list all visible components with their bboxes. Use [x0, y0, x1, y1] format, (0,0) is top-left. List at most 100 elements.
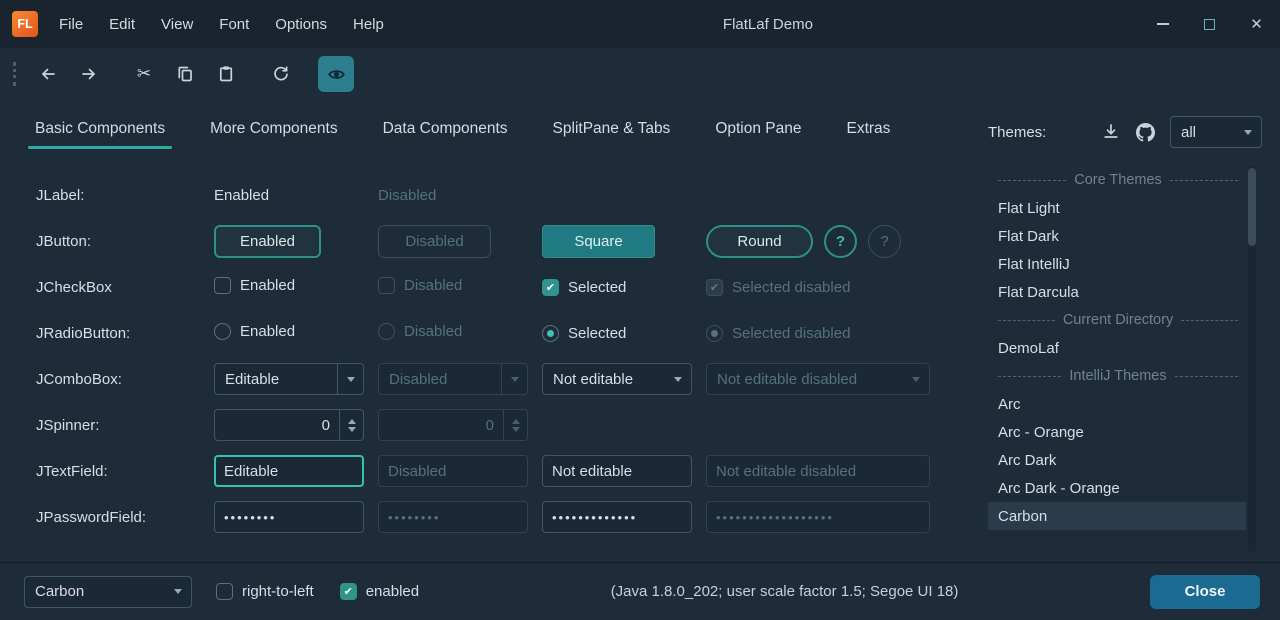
- radio-selected[interactable]: Selected: [542, 325, 626, 342]
- show-hidden-toggle-button[interactable]: [318, 56, 354, 92]
- radio-circle: [214, 323, 231, 340]
- chevron-down-icon: [501, 364, 527, 394]
- paste-button[interactable]: [208, 56, 244, 92]
- passwordfield-not-editable-disabled: [706, 501, 930, 533]
- theme-item-flat-light[interactable]: Flat Light: [988, 194, 1246, 222]
- tab-option-pane[interactable]: Option Pane: [708, 107, 808, 151]
- refresh-button[interactable]: [263, 56, 299, 92]
- checkbox-selected[interactable]: ✔ Selected: [542, 279, 626, 296]
- chevron-down-icon: [348, 427, 356, 432]
- combobox-not-editable-disabled-value: Not editable disabled: [717, 371, 903, 388]
- close-window-button[interactable]: ✕: [1233, 0, 1280, 48]
- app-logo: FL: [12, 11, 38, 37]
- spinner-enabled[interactable]: 0: [214, 409, 364, 441]
- checkbox-disabled: Disabled: [378, 277, 462, 294]
- textfield-not-editable[interactable]: [542, 455, 692, 487]
- tab-more-components[interactable]: More Components: [203, 107, 345, 151]
- component-grid: JLabel: Enabled Disabled JButton: Enable…: [36, 172, 988, 540]
- combobox-disabled: Disabled: [378, 363, 528, 395]
- enabled-checkbox[interactable]: ✔ enabled: [340, 583, 419, 600]
- menu-file[interactable]: File: [46, 0, 96, 48]
- jlabel-enabled: Enabled: [214, 187, 269, 204]
- themes-separator-current-directory: Current Directory: [988, 306, 1246, 334]
- theme-item-arc-orange[interactable]: Arc - Orange: [988, 418, 1246, 446]
- radio-selected-label: Selected: [568, 325, 626, 342]
- radio-enabled-label: Enabled: [240, 323, 295, 340]
- theme-item-arc-dark-orange[interactable]: Arc Dark - Orange: [988, 474, 1246, 502]
- copy-button[interactable]: [167, 56, 203, 92]
- checkbox-box-checked: ✔: [340, 583, 357, 600]
- theme-item-demolaf[interactable]: DemoLaf: [988, 334, 1246, 362]
- menu-options[interactable]: Options: [262, 0, 340, 48]
- theme-item-flat-dark[interactable]: Flat Dark: [988, 222, 1246, 250]
- themes-filter-combobox[interactable]: all: [1170, 116, 1262, 148]
- download-icon: [1102, 123, 1120, 141]
- combobox-editable[interactable]: Editable: [214, 363, 364, 395]
- forward-button[interactable]: [71, 56, 107, 92]
- tab-bar: Basic Components More Components Data Co…: [0, 100, 988, 158]
- jbutton-round[interactable]: Round: [706, 225, 813, 258]
- passwordfield-disabled: [378, 501, 528, 533]
- chevron-down-icon: [512, 427, 520, 432]
- eye-icon: [327, 65, 346, 84]
- row-label-jspinner: JSpinner:: [36, 417, 200, 434]
- github-button[interactable]: [1128, 116, 1162, 148]
- help-button[interactable]: ?: [824, 225, 857, 258]
- radio-circle-selected: [542, 325, 559, 342]
- right-to-left-checkbox[interactable]: right-to-left: [216, 583, 314, 600]
- checkbox-selected-disabled: ✔ Selected disabled: [706, 279, 850, 296]
- radio-disabled-label: Disabled: [404, 323, 462, 340]
- theme-item-flat-intellij[interactable]: Flat IntelliJ: [988, 250, 1246, 278]
- spinner-value: 0: [379, 410, 503, 440]
- checkbox-box-checked: ✔: [706, 279, 723, 296]
- theme-item-arc[interactable]: Arc: [988, 390, 1246, 418]
- app-logo-text: FL: [17, 17, 32, 31]
- jbutton-enabled[interactable]: Enabled: [214, 225, 321, 258]
- download-themes-button[interactable]: [1094, 116, 1128, 148]
- theme-item-flat-darcula[interactable]: Flat Darcula: [988, 278, 1246, 306]
- jbutton-square[interactable]: Square: [542, 225, 655, 258]
- radio-enabled[interactable]: Enabled: [214, 323, 295, 340]
- theme-item-arc-dark[interactable]: Arc Dark: [988, 446, 1246, 474]
- menu-view[interactable]: View: [148, 0, 206, 48]
- combobox-not-editable-disabled: Not editable disabled: [706, 363, 930, 395]
- maximize-button[interactable]: [1186, 0, 1233, 48]
- github-icon: [1136, 123, 1155, 142]
- theme-selector-combobox[interactable]: Carbon: [24, 576, 192, 608]
- toolbar-grip[interactable]: [13, 62, 16, 86]
- cut-button[interactable]: ✂: [126, 56, 162, 92]
- tabs-and-themes-header: Basic Components More Components Data Co…: [0, 100, 1280, 158]
- titlebar: FL File Edit View Font Options Help Flat…: [0, 0, 1280, 48]
- menu-font[interactable]: Font: [206, 0, 262, 48]
- maximize-icon: [1204, 19, 1215, 30]
- combobox-not-editable[interactable]: Not editable: [542, 363, 692, 395]
- tab-data-components[interactable]: Data Components: [376, 107, 515, 151]
- close-button[interactable]: Close: [1150, 575, 1260, 609]
- check-icon: ✔: [546, 281, 555, 294]
- combobox-disabled-value: Disabled: [389, 371, 501, 388]
- tab-extras[interactable]: Extras: [840, 107, 898, 151]
- textfield-editable[interactable]: [214, 455, 364, 487]
- menu-edit[interactable]: Edit: [96, 0, 148, 48]
- checkbox-box: [214, 277, 231, 294]
- tab-splitpane-tabs[interactable]: SplitPane & Tabs: [546, 107, 678, 151]
- runtime-info: (Java 1.8.0_202; user scale factor 1.5; …: [419, 583, 1150, 600]
- themes-list: Core Themes Flat Light Flat Dark Flat In…: [988, 158, 1280, 562]
- themes-scrollbar-thumb[interactable]: [1248, 168, 1256, 246]
- checkbox-disabled-label: Disabled: [404, 277, 462, 294]
- checkbox-box-checked: ✔: [542, 279, 559, 296]
- minimize-button[interactable]: [1139, 0, 1186, 48]
- back-button[interactable]: [30, 56, 66, 92]
- passwordfield-editable[interactable]: [214, 501, 364, 533]
- menu-help[interactable]: Help: [340, 0, 397, 48]
- close-icon: ✕: [1250, 15, 1263, 33]
- tab-basic-components[interactable]: Basic Components: [28, 107, 172, 151]
- checkbox-enabled[interactable]: Enabled: [214, 277, 295, 294]
- window-controls: ✕: [1139, 0, 1280, 48]
- theme-item-carbon[interactable]: Carbon: [988, 502, 1246, 530]
- checkbox-enabled-label: Enabled: [240, 277, 295, 294]
- radio-circle: [378, 323, 395, 340]
- row-label-jradiobutton: JRadioButton:: [36, 325, 200, 342]
- spinner-buttons[interactable]: [339, 410, 363, 440]
- passwordfield-not-editable[interactable]: [542, 501, 692, 533]
